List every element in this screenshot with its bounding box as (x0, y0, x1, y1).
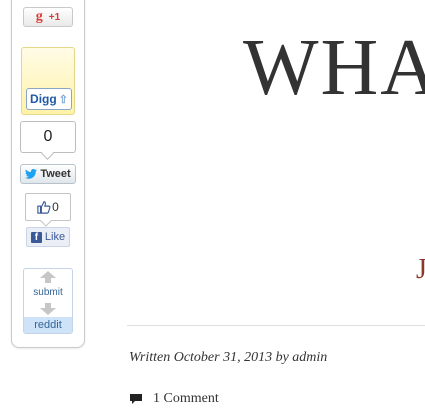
digg-button[interactable]: Digg ⇧ (26, 88, 72, 110)
tweet-count: 0 (43, 128, 53, 145)
tweet-count-bubble: 0 (20, 121, 76, 153)
facebook-like-label: Like (44, 231, 66, 243)
twitter-bird-icon (25, 169, 38, 179)
comments-link[interactable]: 1 Comment (129, 391, 219, 407)
digg-label: Digg (30, 92, 57, 106)
downvote-arrow-icon[interactable] (40, 303, 56, 315)
upvote-arrow-icon[interactable] (40, 271, 56, 283)
facebook-like-button[interactable]: f Like (26, 227, 70, 247)
post-byline: Written October 31, 2013 by admin (129, 350, 328, 365)
google-plus-one-button[interactable]: g +1 (23, 7, 73, 27)
post-title[interactable]: WHA (243, 28, 425, 108)
post-subtitle: J (416, 254, 425, 285)
comments-count-label[interactable]: 1 Comment (153, 391, 219, 407)
facebook-icon: f (30, 231, 42, 243)
reddit-widget[interactable]: submit reddit (23, 268, 73, 334)
reddit-brand-label: reddit (24, 317, 72, 333)
comment-icon (130, 394, 142, 404)
facebook-like-count: 0 (52, 200, 59, 214)
google-plus-one-label: +1 (48, 11, 61, 23)
thumbs-up-icon (37, 201, 51, 214)
tweet-button[interactable]: Tweet (20, 164, 76, 184)
divider (127, 325, 425, 326)
reddit-submit-label[interactable]: submit (24, 287, 72, 298)
tweet-label: Tweet (40, 168, 71, 180)
social-share-bar: g +1 Digg ⇧ 0 Tweet 0 f Like submit redd… (11, 0, 85, 348)
digg-widget: Digg ⇧ (21, 47, 75, 115)
digg-arrow-icon: ⇧ (58, 93, 68, 106)
google-plus-icon: g (35, 9, 43, 24)
facebook-like-count-bubble: 0 (25, 193, 71, 221)
